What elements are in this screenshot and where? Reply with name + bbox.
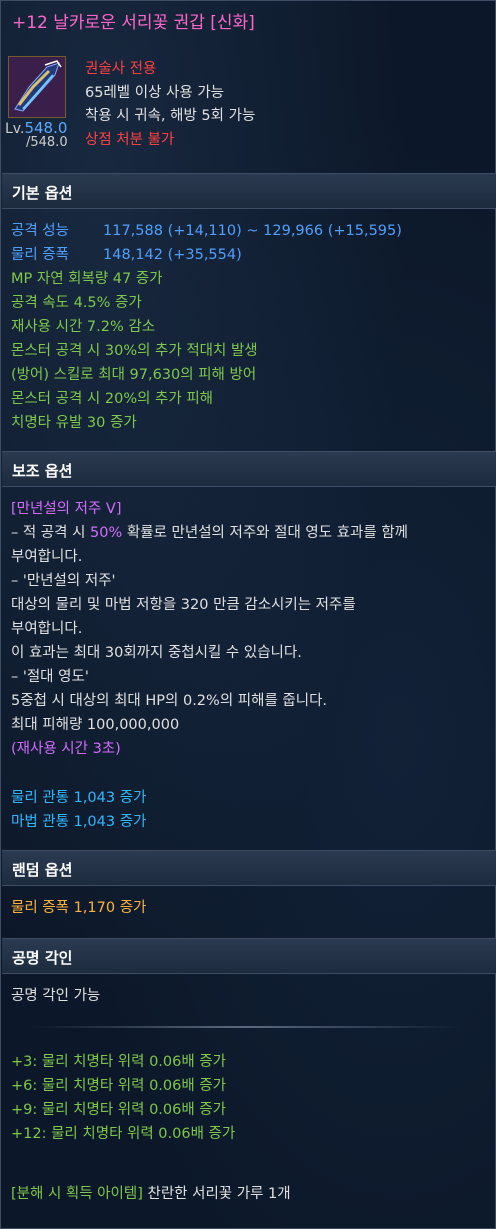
basic-option-line: 재사용 시간 7.2% 감소 bbox=[11, 319, 156, 335]
engrave-line: +3: 물리 치명타 위력 0.06배 증가 bbox=[11, 1054, 226, 1070]
engrave-title: 공명 각인 bbox=[12, 949, 73, 967]
random-options-header: 랜덤 옵션 bbox=[2, 850, 496, 886]
class-restriction: 권술사 전용 bbox=[85, 61, 157, 77]
divider bbox=[31, 1026, 461, 1028]
curse-desc: 부여합니다. bbox=[11, 549, 83, 565]
curse-desc: 최대 피해량 100,000,000 bbox=[11, 717, 180, 733]
amp-label: 물리 증폭 bbox=[11, 247, 69, 263]
basic-option-line: (방어) 스킬로 최대 97,630의 피해 방어 bbox=[11, 367, 257, 383]
curse-desc: 부여합니다. bbox=[11, 621, 83, 637]
curse-title: [만년설의 저주 V] bbox=[11, 501, 122, 517]
engrave-line: +12: 물리 치명타 위력 0.06배 증가 bbox=[11, 1126, 236, 1142]
disassemble-item: 찬란한 서리꽃 가루 1개 bbox=[142, 1186, 291, 1202]
random-option-line: 물리 증폭 1,170 증가 bbox=[11, 900, 147, 916]
item-tooltip: +12 날카로운 서리꽃 권갑 [신화] Lv.548.0 /548.0 권술사… bbox=[0, 0, 496, 1229]
desc-text: – 적 공격 시 bbox=[11, 525, 91, 541]
level-max: /548.0 bbox=[26, 135, 68, 150]
item-title: +12 날카로운 서리꽃 권갑 [신화] bbox=[12, 13, 255, 33]
engrave-line: +9: 물리 치명타 위력 0.06배 증가 bbox=[11, 1102, 226, 1118]
desc-text: 확률로 만년설의 저주와 절대 영도 효과를 함께 bbox=[122, 525, 409, 541]
basic-option-line: 몬스터 공격 시 20%의 추가 피해 bbox=[11, 391, 214, 407]
attack-label: 공격 성능 bbox=[11, 223, 69, 239]
basic-option-line: MP 자연 회복량 47 증가 bbox=[11, 271, 163, 287]
shop-restriction: 상점 처분 불가 bbox=[85, 132, 175, 148]
disassemble-info: [분해 시 획득 아이템] 찬란한 서리꽃 가루 1개 bbox=[11, 1182, 291, 1203]
curse-desc: – '만년설의 저주' bbox=[11, 573, 116, 589]
disassemble-label: [분해 시 획득 아이템] bbox=[11, 1186, 143, 1202]
attack-value: 117,588 (+14,110) ~ 129,966 (+15,595) bbox=[103, 223, 402, 239]
engrave-status: 공명 각인 가능 bbox=[11, 988, 101, 1004]
sub-options-title: 보조 옵션 bbox=[12, 462, 73, 480]
gauntlet-icon bbox=[8, 56, 66, 118]
attack-stat: 공격 성능 117,588 (+14,110) ~ 129,966 (+15,59… bbox=[11, 219, 402, 240]
curse-desc: 5중첩 시 대상의 최대 HP의 0.2%의 피해를 줍니다. bbox=[11, 693, 328, 709]
engrave-header: 공명 각인 bbox=[2, 938, 496, 974]
basic-option-line: 치명타 유발 30 증가 bbox=[11, 415, 137, 431]
amp-value: 148,142 (+35,554) bbox=[103, 247, 242, 263]
random-options-title: 랜덤 옵션 bbox=[12, 861, 73, 879]
sub-options-header: 보조 옵션 bbox=[2, 451, 496, 487]
engrave-line: +6: 물리 치명타 위력 0.06배 증가 bbox=[11, 1078, 226, 1094]
magic-penetration: 마법 관통 1,043 증가 bbox=[11, 814, 147, 830]
basic-option-line: 공격 속도 4.5% 증가 bbox=[11, 295, 142, 311]
basic-options-header: 기본 옵션 bbox=[2, 173, 496, 209]
desc-percent: 50% bbox=[90, 525, 123, 541]
curse-desc: – '절대 영도' bbox=[11, 669, 89, 685]
curse-desc: 이 효과는 최대 30회까지 중첩시킬 수 있습니다. bbox=[11, 645, 302, 661]
curse-desc: 대상의 물리 및 마법 저항을 320 만큼 감소시키는 저주를 bbox=[11, 597, 356, 613]
phys-penetration: 물리 관통 1,043 증가 bbox=[11, 790, 147, 806]
curse-desc: – 적 공격 시 50% 확률로 만년설의 저주와 절대 영도 효과를 함께 bbox=[11, 521, 408, 542]
level-label: Lv. bbox=[5, 121, 25, 137]
cooldown-text: (재사용 시간 3초) bbox=[11, 741, 121, 757]
bind-info: 착용 시 귀속, 해방 5회 가능 bbox=[85, 108, 256, 124]
basic-option-line: 몬스터 공격 시 30%의 추가 적대치 발생 bbox=[11, 343, 258, 359]
level-requirement: 65레벨 이상 사용 가능 bbox=[85, 85, 224, 101]
amp-stat: 물리 증폭 148,142 (+35,554) bbox=[11, 243, 242, 264]
basic-options-title: 기본 옵션 bbox=[12, 184, 73, 202]
